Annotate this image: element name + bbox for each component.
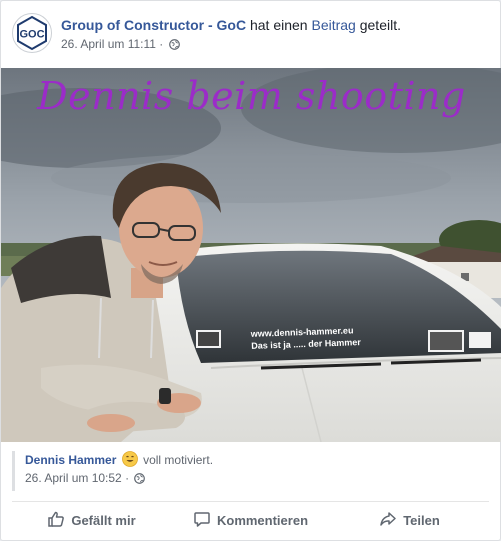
meta-separator: · <box>159 37 164 51</box>
shared-meta: 26. April um 10:52 · <box>25 470 490 488</box>
globe-icon[interactable] <box>168 38 180 54</box>
page-avatar[interactable]: GOC <box>12 13 52 53</box>
share-button[interactable]: Teilen <box>330 504 489 536</box>
header-text: Group of Constructor - GoC hat einen Bei… <box>61 16 401 54</box>
post-meta: 26. April um 11:11 · <box>61 36 401 54</box>
car-window-text: www.dennis-hammer.eu Das ist ja ..... de… <box>251 324 361 352</box>
post-header: GOC Group of Constructor - GoC hat einen… <box>12 13 489 57</box>
share-icon <box>379 510 403 531</box>
post-timestamp[interactable]: 26. April um 11:11 <box>61 37 156 51</box>
avatar-logo-text: GOC <box>19 29 44 41</box>
shared-headline: Dennis Hammer voll motiviert. <box>25 451 490 468</box>
share-label: Teilen <box>403 512 440 528</box>
comment-label: Kommentieren <box>216 512 309 528</box>
shared-original-post: Dennis Hammer voll motiviert. 26. April … <box>12 451 490 491</box>
like-label: Gefällt mir <box>71 512 136 528</box>
comment-button[interactable]: Kommentieren <box>171 504 330 536</box>
page-name-link[interactable]: Group of Constructor - GoC <box>61 17 246 33</box>
actions-divider <box>12 501 489 502</box>
feed-post: GOC Group of Constructor - GoC hat einen… <box>0 0 501 541</box>
shared-author-link[interactable]: Dennis Hammer <box>25 453 116 467</box>
photo-caption: Dennis beim shooting <box>37 74 466 118</box>
smiley-emoji-icon <box>121 451 138 467</box>
action-text: hat einen <box>249 17 308 33</box>
post-photo[interactable]: Dennis beim shooting www.dennis-hammer.e… <box>1 68 501 442</box>
post-actions-bar: Gefällt mir Kommentieren Teilen <box>12 504 489 536</box>
header-headline: Group of Constructor - GoC hat einen Bei… <box>61 16 401 34</box>
globe-icon[interactable] <box>134 472 146 488</box>
feeling-text: voll motiviert. <box>143 453 214 467</box>
comment-icon <box>193 510 217 531</box>
shared-timestamp[interactable]: 26. April um 10:52 <box>25 471 122 485</box>
action-suffix: geteilt. <box>359 17 401 33</box>
post-link[interactable]: Beitrag <box>311 17 355 33</box>
thumbs-up-icon <box>47 510 71 531</box>
shared-separator: · <box>125 471 130 485</box>
like-button[interactable]: Gefällt mir <box>12 504 171 536</box>
